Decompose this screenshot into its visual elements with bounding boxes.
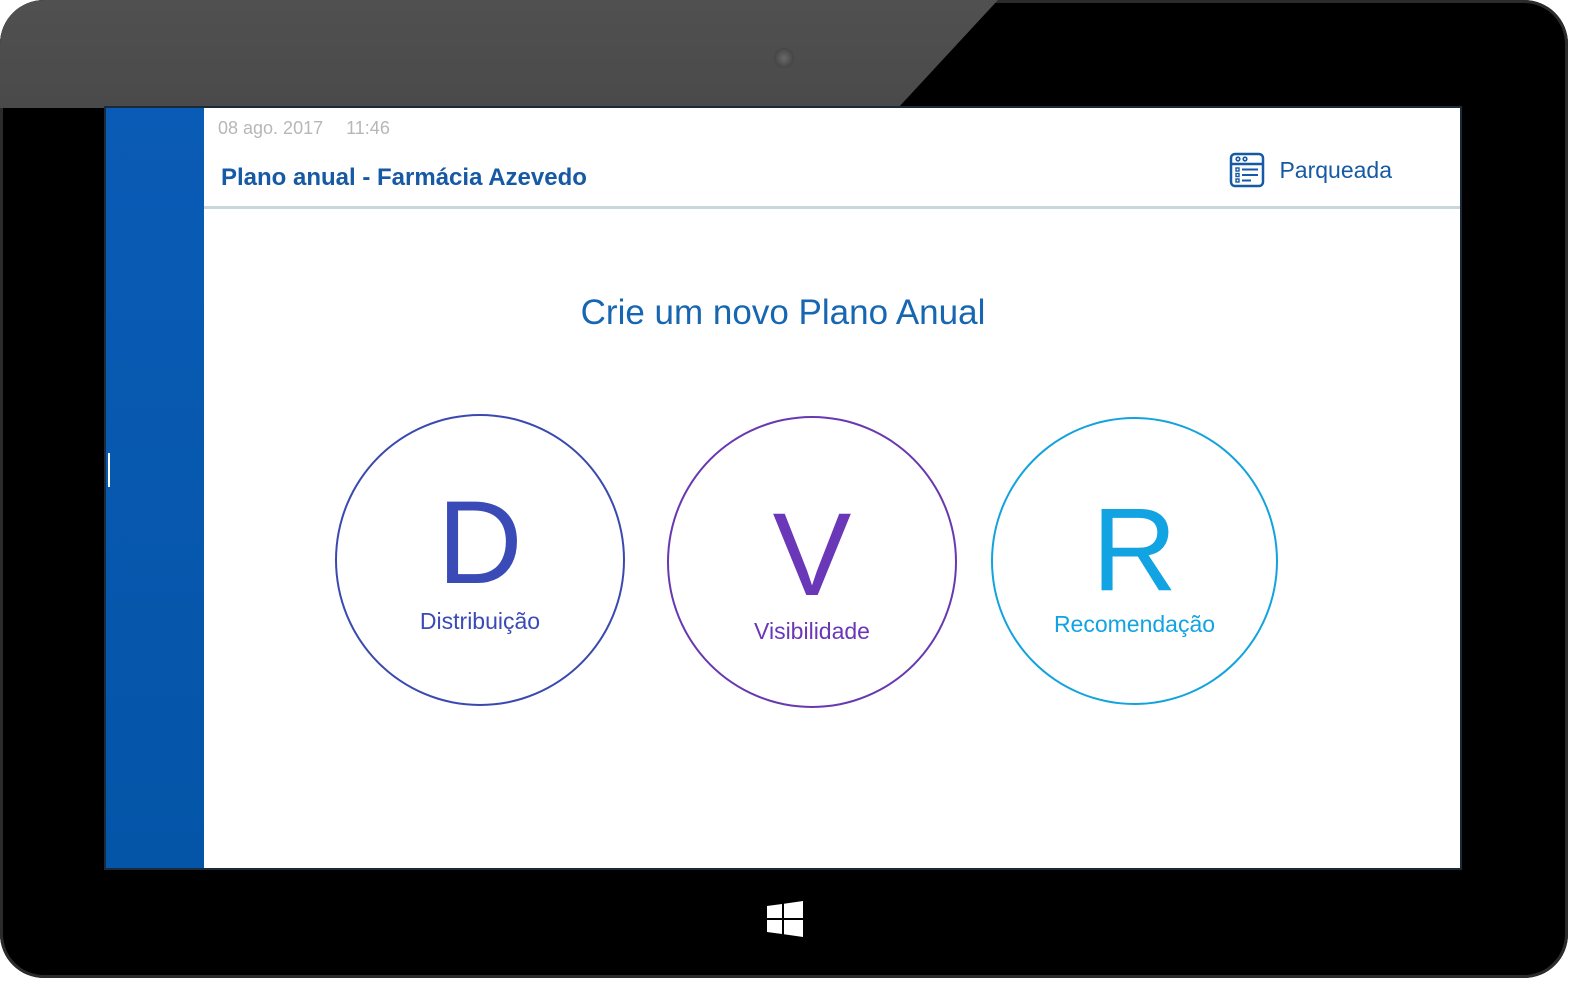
list-window-icon [1230,152,1265,188]
edge-swipe-handle[interactable] [108,453,110,487]
datetime: 08 ago. 2017 11:46 [218,118,408,139]
parked-button[interactable]: Parqueada [1229,152,1392,188]
visibility-label: Visibilidade [754,618,870,644]
recommendation-option-button[interactable]: R Recomendação [991,417,1278,705]
camera-icon [774,48,794,68]
date-text: 08 ago. 2017 [218,118,324,138]
recommendation-label: Recomendação [1053,611,1216,637]
app-screen: 08 ago. 2017 11:46 Plano anual - Farmáci… [104,106,1462,870]
distribution-letter: D [437,477,523,609]
sidebar[interactable] [106,108,204,868]
visibility-letter: V [772,489,852,621]
page-title: Plano anual - Farmácia Azevedo [221,164,587,191]
parked-label: Parqueada [1279,156,1392,183]
app-header: 08 ago. 2017 11:46 Plano anual - Farmáci… [204,108,1460,209]
tablet-device-frame: 08 ago. 2017 11:46 Plano anual - Farmáci… [0,0,1568,978]
recommendation-letter: R [1091,484,1178,616]
main-heading: Crie um novo Plano Anual [580,293,986,332]
distribution-label: Distribuição [419,608,541,634]
windows-logo-icon[interactable] [766,900,804,938]
visibility-option-button[interactable]: V Visibilidade [667,416,957,708]
distribution-option-button[interactable]: D Distribuição [335,414,625,706]
time-text: 11:46 [346,118,390,138]
